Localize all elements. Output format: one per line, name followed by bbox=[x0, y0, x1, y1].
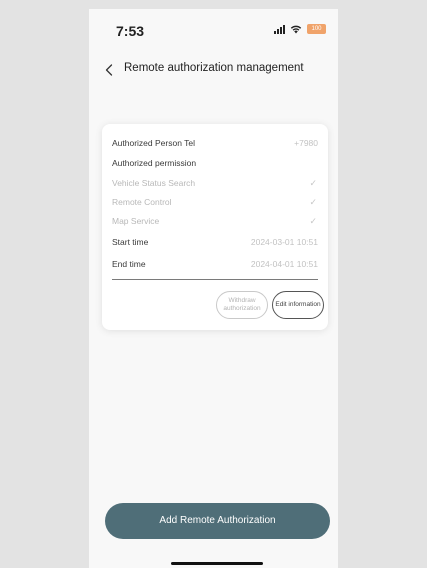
edit-information-button[interactable]: Edit information bbox=[272, 291, 324, 319]
check-icon: ✓ bbox=[309, 216, 317, 226]
battery-icon: 100 bbox=[307, 24, 326, 34]
battery-level: 100 bbox=[311, 26, 322, 32]
end-time-value: 2024-04-01 10:51 bbox=[250, 259, 318, 269]
add-remote-authorization-button[interactable]: Add Remote Authorization bbox=[105, 503, 330, 539]
permission-item-remote-control: Remote Control ✓ bbox=[112, 195, 318, 209]
divider bbox=[112, 279, 318, 280]
status-bar: 7:53 100 bbox=[89, 9, 338, 49]
authorization-card: Authorized Person Tel +7980 Authorized p… bbox=[102, 124, 328, 330]
home-indicator bbox=[171, 562, 263, 565]
start-time-value: 2024-03-01 10:51 bbox=[250, 237, 318, 247]
start-time-label: Start time bbox=[112, 237, 149, 247]
wifi-icon bbox=[290, 24, 302, 34]
end-time-row: End time 2024-04-01 10:51 bbox=[112, 257, 318, 271]
permission-item-vehicle-status: Vehicle Status Search ✓ bbox=[112, 176, 318, 190]
nav-bar: Remote authorization management bbox=[89, 57, 338, 83]
start-time-row: Start time 2024-03-01 10:51 bbox=[112, 235, 318, 249]
tel-value: +7980 bbox=[294, 138, 318, 148]
signal-icon bbox=[274, 24, 285, 34]
chevron-left-icon[interactable] bbox=[101, 61, 119, 79]
permission-label: Remote Control bbox=[112, 197, 172, 207]
check-icon: ✓ bbox=[309, 197, 317, 207]
end-time-label: End time bbox=[112, 259, 146, 269]
tel-label: Authorized Person Tel bbox=[112, 138, 196, 148]
permission-label: Vehicle Status Search bbox=[112, 178, 196, 188]
check-icon: ✓ bbox=[309, 178, 317, 188]
permission-title-row: Authorized permission bbox=[112, 156, 318, 170]
permission-title: Authorized permission bbox=[112, 158, 197, 168]
tel-row: Authorized Person Tel +7980 bbox=[112, 136, 318, 150]
permission-label: Map Service bbox=[112, 216, 160, 226]
status-icons: 100 bbox=[274, 24, 326, 34]
status-time: 7:53 bbox=[116, 23, 145, 39]
permission-item-map-service: Map Service ✓ bbox=[112, 214, 318, 228]
phone-screen: 7:53 100 Remote authorization management… bbox=[89, 9, 338, 568]
page-title: Remote authorization management bbox=[124, 62, 304, 74]
withdraw-authorization-button[interactable]: Withdraw authorization bbox=[216, 291, 268, 319]
